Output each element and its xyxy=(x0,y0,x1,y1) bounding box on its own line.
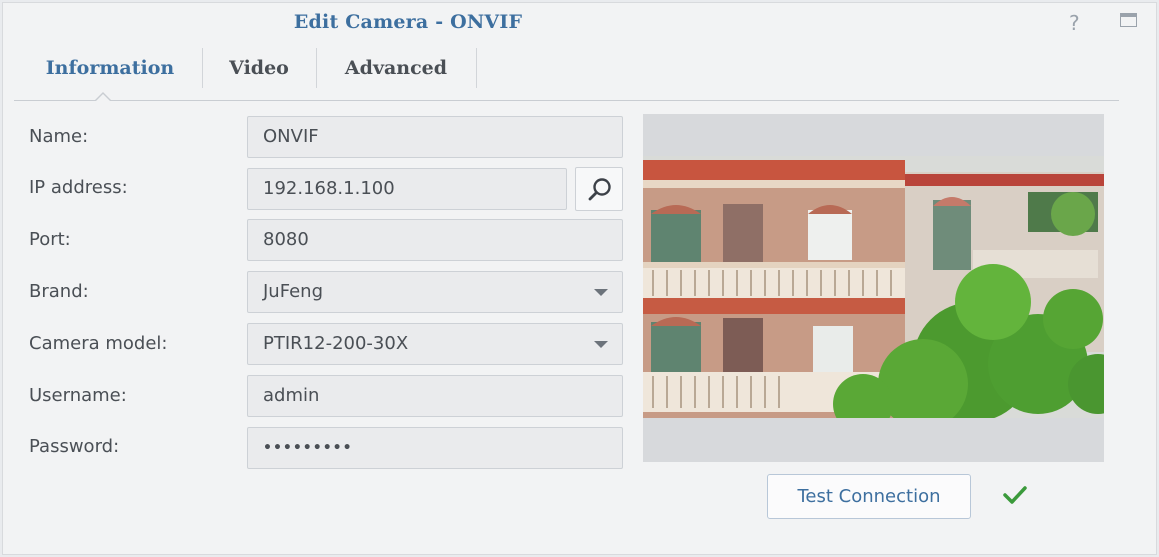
tab-information[interactable]: Information xyxy=(26,48,194,88)
password-label: Password: xyxy=(29,436,120,457)
tab-video[interactable]: Video xyxy=(206,48,312,88)
camera-model-value: PTIR12-200-30X xyxy=(263,333,409,354)
ip-address-field[interactable]: 192.168.1.100 xyxy=(247,168,567,210)
port-label: Port: xyxy=(29,229,71,250)
restore-window-icon[interactable] xyxy=(1120,13,1137,27)
tab-advanced[interactable]: Advanced xyxy=(321,48,471,88)
name-field[interactable]: ONVIF xyxy=(247,116,623,158)
search-icon xyxy=(588,178,611,201)
name-label: Name: xyxy=(29,126,89,147)
brand-select[interactable]: JuFeng xyxy=(247,271,623,313)
checkmark-icon xyxy=(1002,484,1028,510)
question-icon[interactable]: ? xyxy=(1069,11,1080,35)
brand-label: Brand: xyxy=(29,281,89,302)
camera-snapshot-image xyxy=(643,114,1128,462)
brand-value: JuFeng xyxy=(263,281,323,302)
camera-preview xyxy=(643,114,1128,462)
camera-model-select[interactable]: PTIR12-200-30X xyxy=(247,323,623,365)
tab-divider xyxy=(14,100,1119,101)
test-connection-button[interactable]: Test Connection xyxy=(767,474,971,519)
username-label: Username: xyxy=(29,385,127,406)
tab-bar: Information Video Advanced xyxy=(16,48,1116,100)
username-field[interactable]: admin xyxy=(247,375,623,417)
chevron-down-icon xyxy=(594,289,608,296)
password-field[interactable]: ••••••••• xyxy=(247,427,623,469)
chevron-down-icon xyxy=(594,341,608,348)
ip-address-label: IP address: xyxy=(29,177,128,198)
port-field[interactable]: 8080 xyxy=(247,219,623,261)
search-button[interactable] xyxy=(575,167,623,211)
camera-model-label: Camera model: xyxy=(29,333,168,354)
window-title: Edit Camera - ONVIF xyxy=(293,11,523,33)
